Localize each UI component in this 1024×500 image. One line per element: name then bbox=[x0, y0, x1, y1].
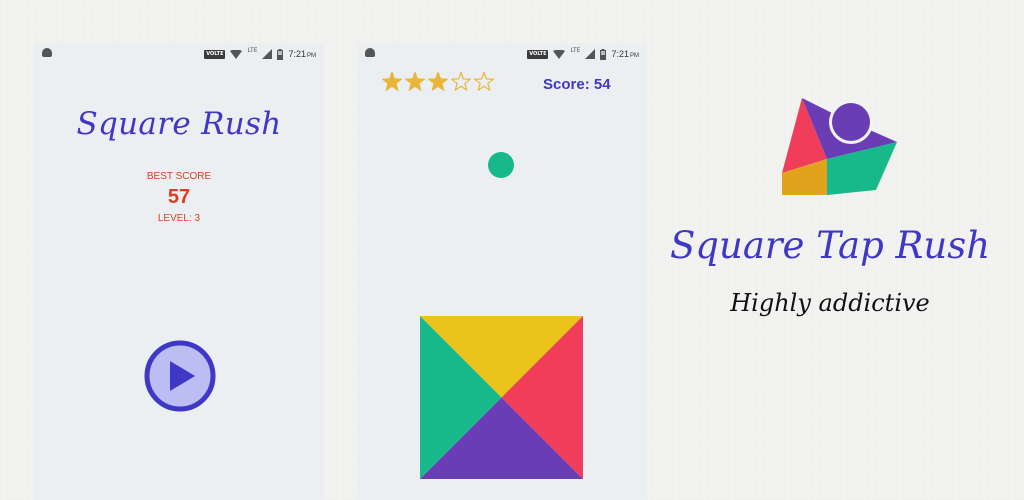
android-notification-icon bbox=[365, 48, 375, 57]
status-time: 7:21PM bbox=[611, 49, 639, 59]
status-bar: VOLTE LTE 7:21PM bbox=[34, 43, 324, 65]
star-empty-icon bbox=[451, 71, 471, 91]
play-button[interactable] bbox=[144, 340, 216, 412]
phone-home-screen: VOLTE LTE 7:21PM Square Rush BEST SCORE … bbox=[34, 43, 324, 500]
wifi-icon bbox=[230, 49, 243, 59]
status-icons: VOLTE LTE 7:21PM bbox=[527, 46, 639, 62]
level-label: LEVEL: 3 bbox=[157, 213, 201, 224]
app-logo bbox=[780, 97, 900, 201]
phone-game-screen: VOLTE LTE 7:21PM Score: 54 bbox=[357, 43, 647, 500]
wifi-icon bbox=[553, 49, 566, 59]
volte-badge: VOLTE bbox=[204, 49, 226, 59]
volte-badge: VOLTE bbox=[527, 49, 549, 59]
tap-square[interactable] bbox=[420, 316, 583, 479]
lte-label: LTE bbox=[570, 46, 581, 54]
cell-signal-icon bbox=[262, 49, 273, 59]
promo-tagline: Highly addictive bbox=[730, 289, 930, 317]
best-score-label: BEST SCORE bbox=[146, 171, 212, 182]
battery-icon bbox=[600, 48, 607, 60]
status-icons: VOLTE LTE 7:21PM bbox=[204, 46, 316, 62]
game-title: Square Rush bbox=[76, 106, 282, 142]
star-filled-icon bbox=[382, 71, 402, 91]
falling-ball bbox=[488, 152, 514, 178]
cell-signal-icon bbox=[585, 49, 596, 59]
star-empty-icon bbox=[474, 71, 494, 91]
star-filled-icon bbox=[405, 71, 425, 91]
best-score-value: 57 bbox=[167, 186, 191, 208]
play-icon bbox=[144, 340, 216, 412]
status-bar: VOLTE LTE 7:21PM bbox=[357, 43, 647, 65]
star-filled-icon bbox=[428, 71, 448, 91]
star-rating bbox=[381, 71, 495, 93]
battery-icon bbox=[277, 48, 284, 60]
lte-label: LTE bbox=[247, 46, 258, 54]
promo-title: Square Tap Rush bbox=[669, 224, 991, 267]
status-time: 7:21PM bbox=[288, 49, 316, 59]
score-display: Score: 54 bbox=[543, 76, 611, 93]
android-notification-icon bbox=[42, 48, 52, 57]
color-square-graphic bbox=[420, 316, 583, 479]
